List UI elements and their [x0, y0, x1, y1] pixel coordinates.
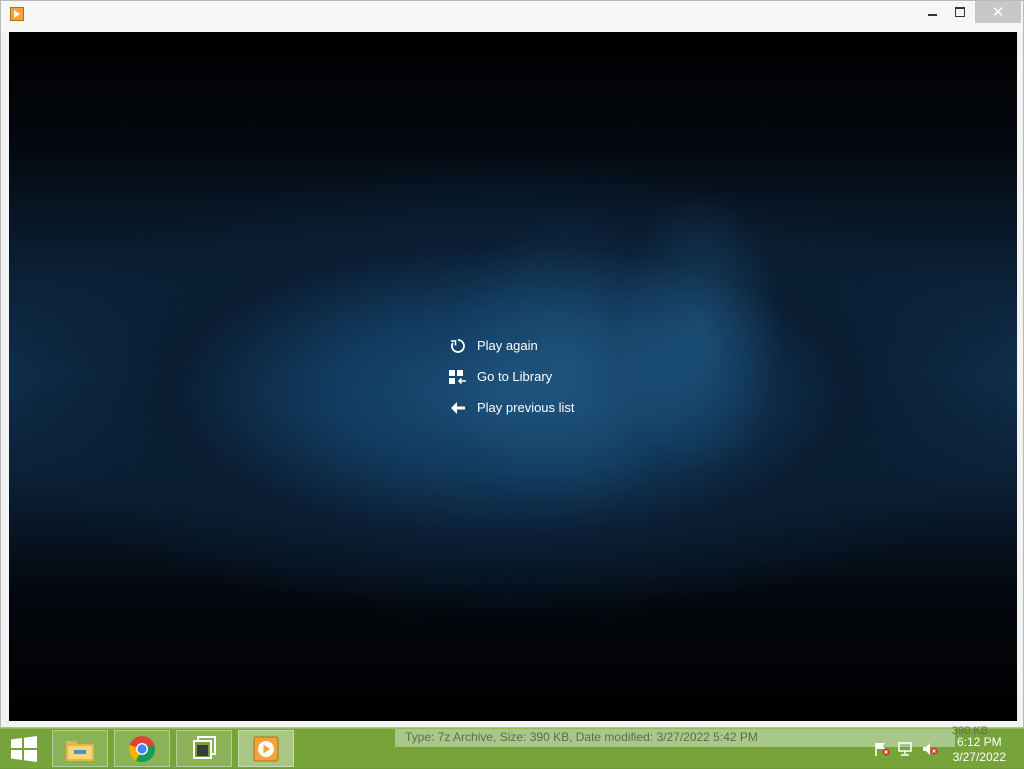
volume-muted-icon[interactable] [922, 742, 938, 756]
minimize-button[interactable] [919, 1, 945, 23]
now-playing-area: Play again Go to Library Play previous l… [9, 32, 1017, 721]
back-arrow-icon [449, 399, 467, 417]
replay-icon [449, 337, 467, 355]
chrome-icon [128, 735, 155, 762]
action-center-flag-icon[interactable] [874, 742, 890, 756]
windows-logo-icon [11, 736, 37, 762]
end-of-playlist-menu: Play again Go to Library Play previous l… [449, 330, 575, 423]
go-to-library-button[interactable]: Go to Library [449, 361, 575, 392]
media-player-icon [253, 736, 279, 761]
go-to-library-label: Go to Library [477, 369, 553, 384]
minimize-icon [927, 14, 937, 16]
start-button[interactable] [0, 729, 48, 769]
play-previous-list-label: Play previous list [477, 400, 575, 415]
network-icon[interactable] [898, 742, 914, 756]
library-icon [449, 368, 467, 386]
close-button[interactable]: ✕ [975, 1, 1021, 23]
taskbar-file-explorer[interactable] [52, 730, 108, 767]
taskbar-clock[interactable]: 6:12 PM 3/27/2022 [953, 735, 1006, 765]
clock-time: 6:12 PM [956, 735, 1002, 749]
file-explorer-icon [66, 740, 94, 761]
media-player-app-icon[interactable] [10, 7, 24, 21]
task-view-icon [193, 735, 216, 759]
play-again-button[interactable]: Play again [449, 330, 575, 361]
maximize-icon [955, 7, 965, 17]
play-again-label: Play again [477, 338, 538, 353]
file-info-tooltip: Type: 7z Archive, Size: 390 KB, Date mod… [395, 729, 955, 747]
clock-date: 3/27/2022 [952, 750, 1006, 764]
maximize-button[interactable] [946, 1, 974, 23]
taskbar-task-view[interactable] [176, 730, 232, 767]
media-player-window: ✕ Play again Go to Library Play previous… [0, 0, 1024, 728]
play-previous-list-button[interactable]: Play previous list [449, 392, 575, 423]
title-bar[interactable]: ✕ [1, 1, 1023, 32]
taskbar: Type: 7z Archive, Size: 390 KB, Date mod… [0, 725, 1024, 769]
taskbar-media-player[interactable] [238, 730, 294, 767]
close-icon: ✕ [991, 3, 1005, 21]
taskbar-chrome[interactable] [114, 730, 170, 767]
